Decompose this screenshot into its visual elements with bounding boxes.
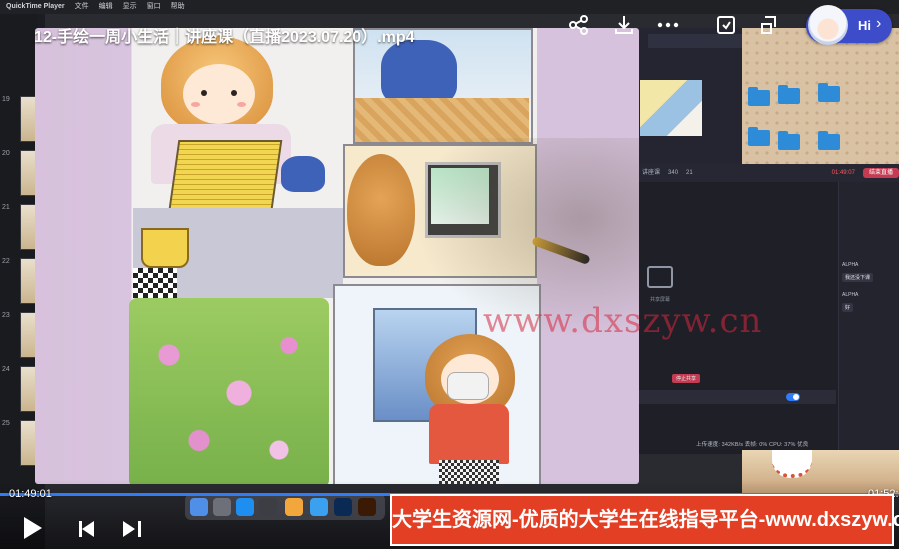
safari-icon (310, 498, 328, 516)
girl-face-illustration (183, 64, 255, 124)
slide-number: 25 (2, 420, 10, 427)
like-count: 21 (686, 170, 693, 176)
finder-icon (190, 498, 208, 516)
more-icon-svg (657, 22, 679, 28)
face-mask-illustration (447, 372, 489, 400)
illustrator-icon (358, 498, 376, 516)
stream-tab: 讲座课 (642, 170, 661, 176)
floor-pattern (355, 98, 529, 142)
previous-icon[interactable] (79, 521, 97, 537)
next-icon-triangle (123, 521, 135, 537)
chat-message: 我还没下课 (842, 273, 874, 282)
assistant-avatar (808, 5, 848, 45)
menubar-item: 显示 (122, 3, 137, 10)
slide-number: 21 (2, 204, 10, 211)
pip-icon[interactable] (757, 14, 783, 40)
screen-capture-icon-svg (717, 16, 735, 34)
viewer-count: 340 (668, 170, 679, 176)
download-icon-svg (615, 16, 633, 34)
photoshop-icon (334, 498, 352, 516)
screen-capture-icon[interactable] (713, 14, 739, 40)
folder-icon (778, 85, 800, 104)
previous-icon-triangle (82, 521, 94, 537)
mug-illustration (141, 228, 189, 268)
girl-brown-hair-illustration (347, 154, 415, 266)
screen-share-icon (647, 266, 673, 288)
next-icon[interactable] (123, 521, 141, 537)
video-title: 12-手绘一周小生活｜讲座课（直播2023.07.20）.mp4 (34, 29, 415, 46)
menubar-app-name: QuickTime Player (6, 3, 65, 10)
chat-username: ALPHA (842, 262, 859, 268)
pip-icon-svg (761, 16, 776, 34)
folder-icon (818, 131, 840, 150)
settings-icon (259, 498, 277, 516)
stream-controls-bar (636, 390, 836, 404)
folder-icon (778, 131, 800, 150)
sketchbook-page (129, 28, 639, 484)
slide-number: 20 (2, 150, 10, 157)
menubar-item: 窗口 (146, 3, 161, 10)
girl-eye (201, 90, 207, 96)
girl-cheek (237, 102, 246, 107)
play-icon[interactable] (24, 517, 42, 539)
slide-preview (640, 80, 702, 136)
launchpad-icon (213, 498, 231, 516)
slide-number: 19 (2, 96, 10, 103)
checkered-cloth-illustration (133, 268, 177, 298)
blue-cat-illustration (381, 40, 457, 106)
site-watermark: www.dxszyw.cn (483, 301, 763, 341)
assistant-greeting: Hi (858, 18, 871, 33)
slide-number: 22 (2, 258, 10, 265)
menubar-item: 文件 (74, 3, 89, 10)
live-timer: 01:49:07 (831, 170, 855, 176)
share-icon-svg (569, 15, 588, 35)
chevron-right-icon: › (876, 15, 882, 32)
chat-message: 好 (842, 303, 854, 312)
stop-share-button: 停止共享 (672, 374, 701, 383)
more-icon[interactable] (655, 14, 681, 40)
app-store-icon (236, 498, 254, 516)
chat-username: ALPHA (842, 292, 859, 298)
folder-icon (748, 87, 770, 106)
folder-icon (748, 127, 770, 146)
red-jacket-illustration (429, 404, 509, 464)
stream-stats: 上传速度: 342KB/s 丢帧: 0% CPU: 37% 优良 (696, 442, 809, 448)
next-icon-bar (138, 521, 141, 537)
girl-eye (231, 90, 237, 96)
download-icon[interactable] (611, 14, 637, 40)
cat-illustration (281, 156, 325, 192)
folder-icon (818, 83, 840, 102)
menubar-item: 编辑 (98, 3, 113, 10)
girl-cheek (191, 102, 200, 107)
end-live-button: 结束直播 (862, 168, 899, 178)
live-stream-topbar: 讲座课 340 21 01:49:07 结束直播 (636, 164, 899, 182)
video-frame[interactable] (35, 28, 639, 484)
slide-number: 23 (2, 312, 10, 319)
site-banner: 大学生资源网-优质的大学生在线指导平台-www.dxszyw.cn (390, 494, 899, 546)
flowers-illustration (129, 298, 329, 484)
desktop-audio-toggle (786, 393, 800, 401)
share-icon[interactable] (566, 14, 592, 40)
site-banner-text: 大学生资源网-优质的大学生在线指导平台-www.dxszyw.cn (392, 509, 899, 531)
menubar-item: 帮助 (170, 3, 185, 10)
photos-icon (285, 498, 303, 516)
chat-sidebar (838, 182, 899, 454)
time-elapsed: 01:49:01 (9, 488, 52, 500)
mac-menubar: QuickTime Player 文件 编辑 显示 窗口 帮助 (0, 0, 899, 14)
easel-illustration (167, 140, 283, 216)
slide-number: 24 (2, 366, 10, 373)
